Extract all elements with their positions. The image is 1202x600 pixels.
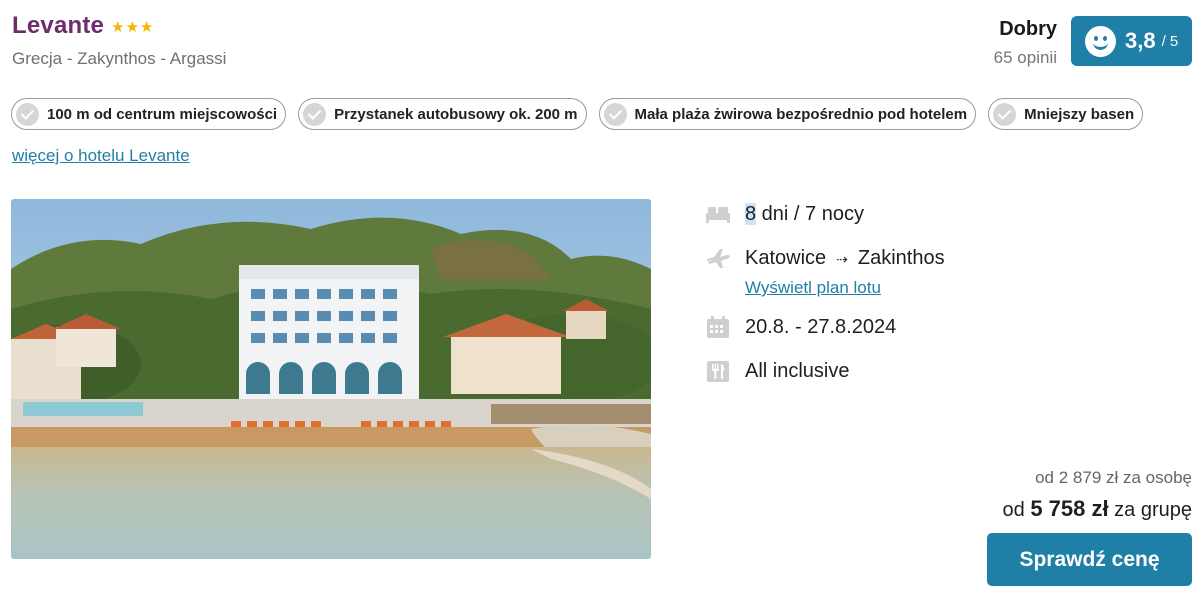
feature-label: 100 m od centrum miejscowości [47, 105, 278, 123]
feature-chip: Mała plaża żwirowa bezpośrednio pod hote… [598, 98, 977, 130]
dates-row: 20.8. - 27.8.2024 [704, 312, 1004, 342]
price-group-amount: 5 758 zł [1030, 496, 1109, 521]
feature-chips: 100 m od centrum miejscowości Przystanek… [11, 98, 1155, 130]
hotel-photo-illustration [11, 199, 651, 559]
rating-label: Dobry [999, 18, 1057, 40]
review-count: 65 opinii [993, 48, 1057, 67]
trip-dates: 20.8. - 27.8.2024 [745, 315, 897, 338]
price-group-suffix: za grupę [1108, 499, 1192, 521]
smiley-icon [1085, 25, 1116, 57]
feature-chip: 100 m od centrum miejscowości [11, 98, 287, 130]
hotel-photo[interactable] [11, 199, 651, 559]
price-group-prefix: od [1002, 499, 1031, 521]
arrival-city: Zakinthos [857, 246, 945, 269]
check-price-button[interactable]: Sprawdź cenę [987, 533, 1192, 586]
days-number: 8 [745, 202, 757, 225]
hotel-title-row: Levante ★ ★ ★ [12, 12, 154, 40]
check-icon [16, 102, 39, 126]
calendar-icon [704, 315, 732, 339]
departure-city: Katowice [745, 246, 827, 269]
board-row: All inclusive [704, 356, 1004, 386]
rating-badge[interactable]: 3,8 / 5 [1071, 16, 1192, 66]
board-type: All inclusive [745, 359, 850, 382]
duration-text: 8 dni / 7 nocy [745, 202, 864, 226]
check-icon [993, 102, 1017, 126]
plane-icon [704, 246, 732, 270]
rating-max: / 5 [1161, 32, 1179, 50]
feature-label: Mała plaża żwirowa bezpośrednio pod hote… [634, 105, 968, 123]
flight-row: Katowice ⇢ Zakinthos [704, 243, 1004, 273]
cutlery-icon [704, 359, 732, 383]
price-per-person: od 2 879 zł za osobę [1035, 468, 1192, 487]
check-icon [603, 102, 627, 126]
hotel-location: Grecja - Zakynthos - Argassi [12, 49, 227, 68]
price-per-group: od 5 758 zł za grupę [1003, 496, 1192, 522]
bed-icon [704, 202, 732, 226]
route-text: Katowice ⇢ Zakinthos [745, 247, 945, 270]
star-icon: ★ [140, 18, 154, 36]
feature-label: Mniejszy basen [1024, 105, 1135, 123]
star-icon: ★ [125, 18, 140, 36]
feature-chip: Przystanek autobusowy ok. 200 m [298, 98, 587, 130]
rating-block[interactable]: Dobry 65 opinii 3,8 / 5 [994, 16, 1192, 68]
duration-row: 8 dni / 7 nocy [704, 199, 1004, 229]
rating-text: Dobry 65 opinii [994, 18, 1057, 68]
days-rest: dni / 7 nocy [756, 202, 864, 225]
hotel-name[interactable]: Levante [12, 12, 104, 40]
route-arrow-icon: ⇢ [836, 250, 848, 267]
check-icon [303, 102, 327, 126]
feature-label: Przystanek autobusowy ok. 200 m [334, 105, 578, 123]
trip-details: 8 dni / 7 nocy Katowice ⇢ Zakinthos Wyświe… [704, 199, 1004, 386]
hotel-stars: ★ ★ ★ [111, 20, 154, 35]
hotel-details-link[interactable]: więcej o hotelu Levante [12, 146, 190, 166]
feature-chip: Mniejszy basen [988, 98, 1144, 130]
star-icon: ★ [111, 18, 125, 36]
rating-score: 3,8 [1125, 28, 1156, 53]
flight-plan-link[interactable]: Wyświetl plan lotu [745, 278, 1004, 298]
